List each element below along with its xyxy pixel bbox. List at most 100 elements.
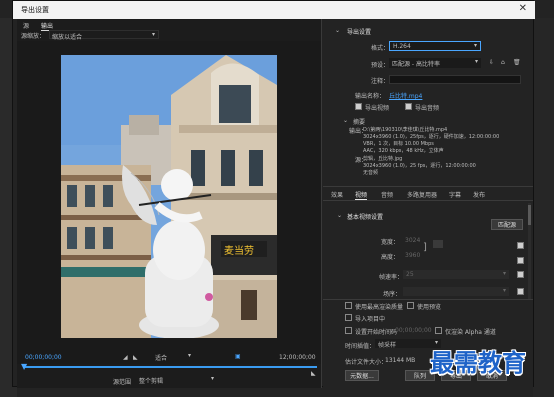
max-render-quality-checkbox[interactable] — [345, 302, 352, 309]
photo-sign-text: 麦当劳 — [224, 244, 254, 257]
source-scaling-label: 源缩放： — [21, 33, 46, 40]
source-range-value: 整个剪辑 — [139, 378, 164, 385]
summary-chevron-icon[interactable]: ⌄ — [343, 117, 348, 124]
use-previews-label: 使用预览 — [417, 304, 442, 311]
chevron-down-icon: ▾ — [502, 287, 506, 294]
chevron-down-icon: ▾ — [210, 375, 214, 382]
export-settings-title: 导出设置 — [347, 29, 372, 36]
basic-video-title: 基本视频设置 — [347, 214, 384, 221]
preview-panel: 源 输出 源缩放： 缩放以适合 ▾ 麦当劳 00;00;00;00 ◢ ◣ 适合… — [17, 19, 321, 388]
summary-source-line: 剪辑，丘比特.jpg — [363, 156, 403, 162]
chevron-down-icon: ▾ — [151, 31, 155, 38]
import-into-project-label: 导入项目中 — [355, 316, 386, 323]
divider — [323, 186, 533, 187]
summary-source-line: 无音频 — [363, 170, 379, 176]
video-preview: 麦当劳 — [17, 41, 321, 364]
summary-output-line: D:\第两\190310\李佳琪\丘比特.mp4 — [363, 127, 448, 133]
export-settings-dialog: 导出设置 ✕ 源 输出 源缩放： 缩放以适合 ▾ 麦当劳 00;00;00;00… — [12, 0, 535, 388]
divider — [323, 299, 533, 300]
frame-rate-label: 帧速率： — [379, 274, 404, 281]
preset-dropdown[interactable]: 匹配源 - 高比特率 ▾ — [389, 58, 481, 68]
safe-margins-icon[interactable]: ▣ — [235, 353, 241, 360]
frame-rate-override-checkbox[interactable] — [517, 271, 524, 278]
chevron-down-icon: ▾ — [187, 352, 191, 359]
source-scaling-value: 缩放以适合 — [52, 34, 83, 41]
basic-video-chevron-icon[interactable]: ⌄ — [337, 212, 342, 219]
output-name-link[interactable]: 丘比特.mp4 — [389, 91, 422, 100]
close-icon[interactable]: ✕ — [519, 3, 527, 14]
link-bracket-icon: ] — [423, 242, 427, 253]
comment-label: 注释： — [371, 78, 390, 85]
summary-title: 摘要 — [353, 119, 366, 126]
time-interpolation-value: 帧采样 — [378, 342, 397, 349]
use-previews-checkbox[interactable] — [407, 302, 414, 309]
source-range-dropdown[interactable]: 整个剪辑 ▾ — [137, 375, 217, 385]
field-order-dropdown[interactable]: ▾ — [403, 287, 509, 296]
tab-audio[interactable]: 音频 — [381, 190, 393, 199]
summary-output-line: 3024x3960 (1.0)，25fps，逐行，硬件加速，12:00:00:0… — [363, 134, 500, 140]
format-value: H.264 — [393, 43, 411, 50]
width-value[interactable]: 3024 — [405, 237, 420, 244]
scrollbar[interactable] — [528, 203, 531, 299]
estimated-size-label: 估计文件大小： — [345, 359, 388, 366]
scrollbar-thumb[interactable] — [528, 205, 531, 225]
tab-captions[interactable]: 字幕 — [449, 190, 461, 199]
fit-value: 适合 — [155, 355, 168, 362]
delete-preset-icon[interactable]: 🗑 — [513, 59, 521, 66]
estimated-size-value: 13144 MB — [385, 357, 416, 364]
preset-label: 预设： — [371, 62, 390, 69]
match-source-button[interactable]: 匹配源 — [491, 219, 523, 230]
field-order-override-checkbox[interactable] — [517, 288, 524, 295]
import-into-project-checkbox[interactable] — [345, 314, 352, 321]
tab-multiplexer[interactable]: 多路复用器 — [407, 190, 437, 199]
render-alpha-only-checkbox[interactable] — [435, 327, 442, 334]
metadata-button[interactable]: 元数据... — [345, 370, 379, 381]
summary-output-line: AAC，320 kbps，48 kHz，立体声 — [363, 148, 444, 154]
tab-video[interactable]: 视频 — [355, 190, 368, 200]
max-render-quality-label: 使用最高渲染质量 — [355, 304, 404, 311]
tab-effects[interactable]: 效果 — [331, 190, 343, 199]
width-label: 宽度： — [381, 239, 400, 246]
height-override-checkbox[interactable] — [517, 257, 524, 264]
frame-rate-value: 25 — [406, 271, 414, 278]
background-right-strip — [533, 18, 554, 397]
format-label: 格式： — [371, 45, 390, 52]
range-end-handle-icon[interactable]: ◣ — [311, 370, 316, 377]
save-preset-icon[interactable]: ⇩ — [489, 59, 494, 66]
tab-publish[interactable]: 发布 — [473, 190, 485, 199]
fit-dropdown[interactable]: 适合 ▾ — [153, 352, 193, 362]
format-dropdown[interactable]: H.264 ▾ — [389, 41, 481, 51]
tab-source[interactable]: 源 — [23, 21, 29, 30]
set-start-timecode-checkbox[interactable] — [345, 327, 352, 334]
summary-output-line: VBR，1 次，目标 10.00 Mbps — [363, 141, 434, 147]
preview-image: 麦当劳 — [61, 55, 277, 338]
width-override-checkbox[interactable] — [517, 242, 524, 249]
export-audio-checkbox[interactable] — [405, 103, 412, 110]
source-scaling-dropdown[interactable]: 缩放以适合 ▾ — [49, 30, 159, 41]
timecode-end: 12;00;00;00 — [279, 354, 316, 361]
chain-link-icon[interactable] — [433, 240, 443, 248]
timeline-track[interactable] — [23, 366, 317, 368]
expand-chevron-icon[interactable]: ⌄ — [335, 27, 340, 34]
render-alpha-only-label: 仅渲染 Alpha 通道 — [445, 329, 496, 336]
playhead-icon[interactable]: ▼ — [21, 362, 27, 371]
set-start-timecode-label: 设置开始时间码 — [355, 329, 398, 336]
field-order-label: 场序： — [383, 291, 402, 298]
import-preset-icon[interactable]: ⌂ — [501, 59, 505, 66]
output-name-label: 输出名称： — [355, 93, 386, 100]
source-range-label: 源范围 — [113, 379, 132, 386]
export-audio-label: 导出音频 — [415, 105, 440, 112]
cupid-statue-photo: 麦当劳 — [61, 55, 277, 338]
frame-rate-dropdown[interactable]: 25 ▾ — [403, 270, 509, 279]
mark-in-icon[interactable]: ◢ — [123, 354, 128, 361]
comment-field[interactable] — [389, 75, 521, 84]
window-title: 导出设置 — [21, 6, 49, 14]
chevron-down-icon: ▾ — [502, 270, 506, 277]
start-timecode-value[interactable]: 00;00;00;00 — [395, 327, 432, 334]
summary-source-line: 3024x3960 (1.0)，25 fps，逐行，12:00:00:00 — [363, 163, 476, 169]
time-interpolation-label: 时间插值： — [345, 343, 376, 350]
divider — [323, 200, 533, 201]
export-video-checkbox[interactable] — [355, 103, 362, 110]
height-value[interactable]: 3960 — [405, 252, 420, 259]
mark-out-icon[interactable]: ◣ — [133, 354, 138, 361]
